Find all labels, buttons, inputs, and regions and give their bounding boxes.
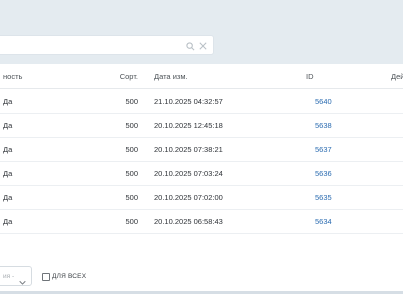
cell-active: Да — [3, 121, 13, 130]
cell-date: 20.10.2025 07:02:00 — [154, 193, 223, 202]
cell-sort: 500 — [125, 97, 138, 106]
header-id[interactable]: ID — [306, 72, 314, 81]
search-icon[interactable] — [186, 41, 195, 51]
cell-id-link[interactable]: 5638 — [315, 121, 332, 130]
header-date[interactable]: Дата изм. — [154, 72, 188, 81]
action-select[interactable]: ия - — [0, 266, 32, 286]
cell-id-link[interactable]: 5637 — [315, 145, 332, 154]
cell-sort: 500 — [125, 217, 138, 226]
table-row[interactable]: Да 500 21.10.2025 04:32:57 5640 — [0, 89, 403, 114]
cell-date: 21.10.2025 04:32:57 — [154, 97, 223, 106]
cell-sort: 500 — [125, 145, 138, 154]
close-icon[interactable] — [199, 42, 207, 50]
cell-date: 20.10.2025 12:45:18 — [154, 121, 223, 130]
cell-id-link[interactable]: 5635 — [315, 193, 332, 202]
cell-active: Да — [3, 193, 13, 202]
header-actions[interactable]: Дей — [391, 72, 403, 81]
table-row[interactable]: Да 500 20.10.2025 12:45:18 5638 — [0, 113, 403, 138]
table-footer: ия - ДЛЯ ВСЕХ — [0, 261, 403, 291]
cell-id-link[interactable]: 5640 — [315, 97, 332, 106]
cell-sort: 500 — [125, 169, 138, 178]
cell-active: Да — [3, 97, 13, 106]
table-header: ность Сорт. Дата изм. ID Дей — [0, 64, 403, 89]
cell-active: Да — [3, 217, 13, 226]
table-row[interactable]: Да 500 20.10.2025 07:03:24 5636 — [0, 161, 403, 186]
cell-active: Да — [3, 145, 13, 154]
cell-id-link[interactable]: 5634 — [315, 217, 332, 226]
cell-date: 20.10.2025 06:58:43 — [154, 217, 223, 226]
search-input[interactable] — [0, 35, 214, 55]
cell-date: 20.10.2025 07:03:24 — [154, 169, 223, 178]
chevron-down-icon — [19, 273, 26, 291]
table-row[interactable]: Да 500 20.10.2025 06:58:43 5634 — [0, 209, 403, 234]
for-all-checkbox[interactable] — [42, 273, 50, 281]
for-all-label[interactable]: ДЛЯ ВСЕХ — [52, 273, 86, 280]
cell-sort: 500 — [125, 121, 138, 130]
cell-active: Да — [3, 169, 13, 178]
table-row[interactable]: Да 500 20.10.2025 07:02:00 5635 — [0, 185, 403, 210]
header-sort[interactable]: Сорт. — [120, 72, 138, 81]
cell-date: 20.10.2025 07:38:21 — [154, 145, 223, 154]
cell-sort: 500 — [125, 193, 138, 202]
list-panel: ность Сорт. Дата изм. ID Дей Да 500 21.1… — [0, 64, 403, 291]
cell-id-link[interactable]: 5636 — [315, 169, 332, 178]
action-select-value: ия - — [3, 273, 15, 280]
header-active[interactable]: ность — [3, 72, 22, 81]
table-row[interactable]: Да 500 20.10.2025 07:38:21 5637 — [0, 137, 403, 162]
